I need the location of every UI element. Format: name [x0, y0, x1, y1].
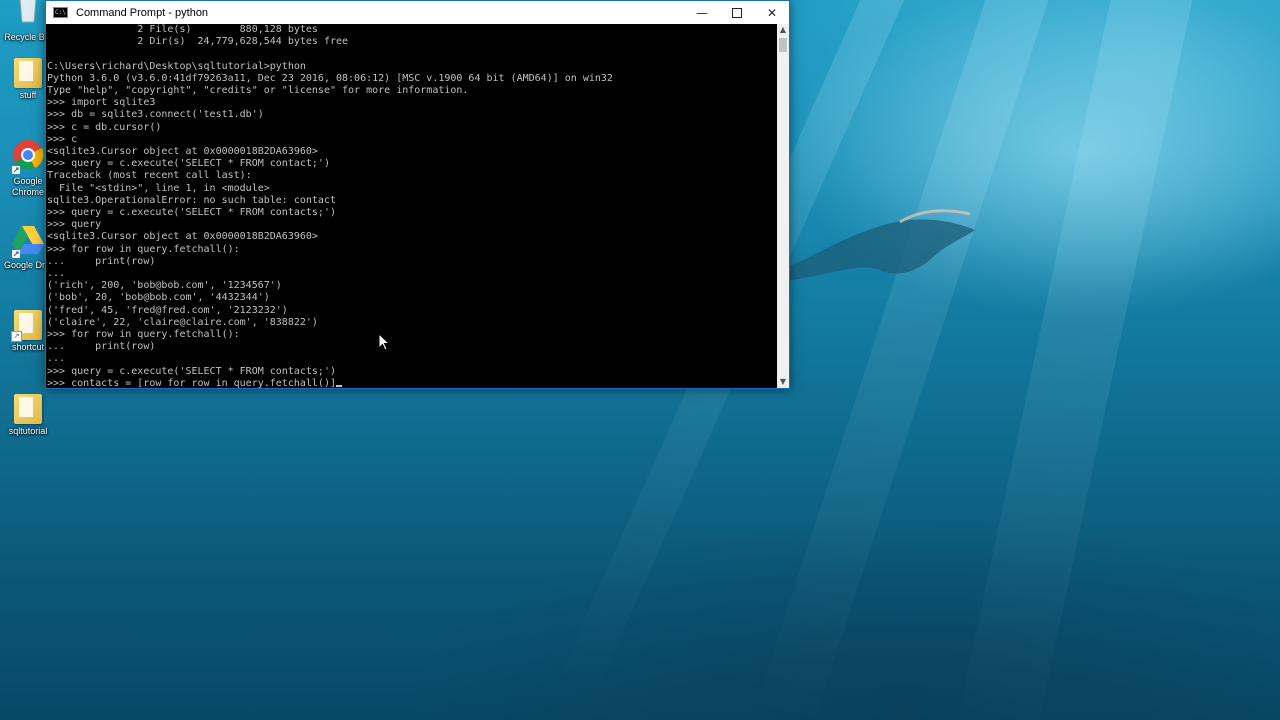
console-input-text: >>> contacts = [row for row in query.fet…	[47, 377, 336, 388]
recycle-bin-icon	[11, 0, 45, 32]
desktop: Recycle Bin stuff Google Chrome Google D…	[0, 0, 1280, 720]
console-line: ... print(row)	[47, 341, 156, 353]
console-line: ...	[47, 268, 66, 280]
google-drive-icon	[11, 222, 45, 260]
console-line: >>> query = c.execute('SELECT * FROM con…	[47, 207, 336, 219]
console-line: Python 3.6.0 (v3.6.0:41df79263a11, Dec 2…	[47, 72, 613, 84]
minimize-button[interactable]: —	[685, 1, 719, 24]
console-line: sqlite3.OperationalError: no such table:…	[47, 194, 336, 206]
cmd-app-icon: C:\	[53, 7, 68, 18]
chrome-icon	[11, 138, 45, 176]
console-line: <sqlite3.Cursor object at 0x0000018B2DA6…	[47, 146, 318, 158]
console-line: >>> c	[47, 133, 78, 145]
desktop-icon-label: sqltutorial	[8, 426, 48, 436]
console-line: >>> for row in query.fetchall():	[47, 329, 240, 341]
command-prompt-window[interactable]: C:\ Command Prompt - python — ✕ 2 File(s…	[45, 0, 790, 389]
folder-icon	[11, 52, 45, 90]
console-line: ... print(row)	[47, 255, 156, 267]
console-line: >>> db = sqlite3.connect('test1.db')	[47, 109, 264, 121]
console-line: >>> import sqlite3	[47, 97, 156, 109]
console-line: 2 Dir(s) 24,779,628,544 bytes free	[47, 36, 349, 48]
maximize-icon	[732, 7, 742, 18]
console-line: ('fred', 45, 'fred@fred.com', '2123232')	[47, 304, 288, 316]
console-line: File "<stdin>", line 1, in <module>	[47, 182, 270, 194]
console-line: Traceback (most recent call last):	[47, 170, 252, 182]
mouse-pointer-icon	[378, 333, 390, 351]
text-cursor	[335, 384, 342, 387]
scroll-down-arrow-icon[interactable]: ▼	[777, 376, 789, 388]
console-line: C:\Users\richard\Desktop\sqltutorial>pyt…	[47, 60, 306, 72]
maximize-button[interactable]	[720, 1, 754, 24]
scrollbar-thumb[interactable]	[779, 38, 787, 52]
desktop-icon-sqltutorial[interactable]: sqltutorial	[4, 388, 52, 437]
scroll-up-arrow-icon[interactable]: ▲	[777, 24, 789, 36]
folder-icon	[11, 388, 45, 426]
console-line: ('bob', 20, 'bob@bob.com', '4432344')	[47, 292, 270, 304]
console-output[interactable]: 2 File(s) 880,128 bytes 2 Dir(s) 24,779,…	[46, 24, 778, 388]
console-input-line[interactable]: >>> contacts = [row for row in query.fet…	[47, 378, 778, 388]
console-line: >>> c = db.cursor()	[47, 121, 162, 133]
console-line: >>> for row in query.fetchall():	[47, 243, 240, 255]
close-icon: ✕	[766, 5, 778, 20]
window-titlebar[interactable]: C:\ Command Prompt - python — ✕	[46, 1, 789, 24]
console-line: >>> query	[47, 219, 102, 231]
console-line: <sqlite3.Cursor object at 0x0000018B2DA6…	[47, 231, 318, 243]
desktop-icon-label: Google Chrome	[11, 176, 44, 197]
close-button[interactable]: ✕	[755, 1, 789, 24]
console-line: 2 File(s) 880,128 bytes	[47, 24, 318, 35]
folder-shortcut-icon: ↗	[11, 304, 45, 342]
console-line: ...	[47, 353, 66, 365]
console-line: ('claire', 22, 'claire@claire.com', '838…	[47, 316, 318, 328]
console-line: ('rich', 200, 'bob@bob.com', '1234567')	[47, 280, 282, 292]
console-line: Type "help", "copyright", "credits" or "…	[47, 85, 469, 97]
console-line: >>> query = c.execute('SELECT * FROM con…	[47, 158, 330, 170]
console-line: >>> query = c.execute('SELECT * FROM con…	[47, 365, 336, 377]
window-title: Command Prompt - python	[76, 6, 209, 19]
minimize-icon: —	[696, 5, 708, 20]
vertical-scrollbar[interactable]: ▲ ▼	[777, 24, 789, 388]
